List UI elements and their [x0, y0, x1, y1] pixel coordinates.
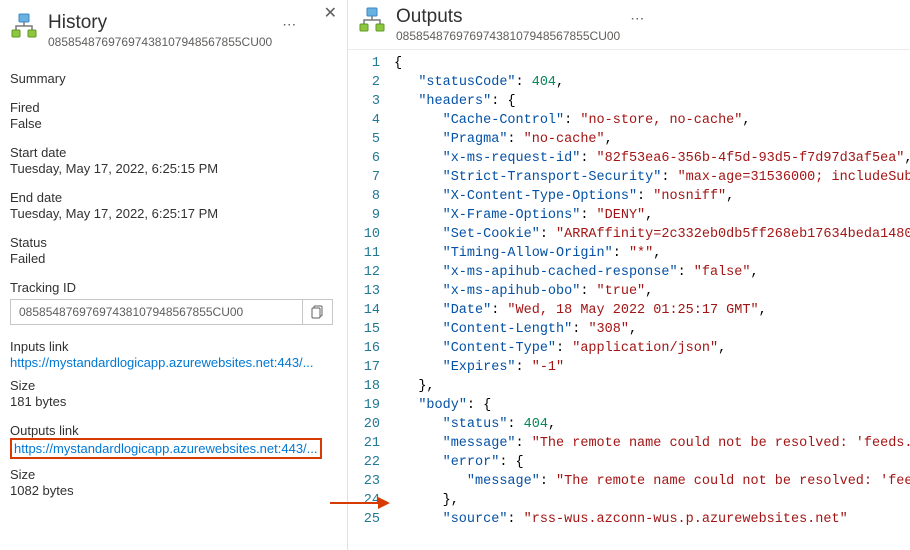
line-number: 24 [348, 491, 380, 510]
status-value: Failed [10, 251, 333, 266]
code-line: "x-ms-apihub-obo": "true", [394, 282, 910, 301]
code-line: "Pragma": "no-cache", [394, 130, 910, 149]
line-number: 5 [348, 130, 380, 149]
code-line: "body": { [394, 396, 910, 415]
inputs-link[interactable]: https://mystandardlogicapp.azurewebsites… [10, 355, 333, 370]
code-line: "Timing-Allow-Origin": "*", [394, 244, 910, 263]
end-date-value: Tuesday, May 17, 2022, 6:25:17 PM [10, 206, 333, 221]
inputs-link-label: Inputs link [10, 339, 333, 354]
logic-app-icon [358, 6, 386, 34]
code-line: { [394, 54, 910, 73]
line-number: 11 [348, 244, 380, 263]
line-number: 22 [348, 453, 380, 472]
line-number: 12 [348, 263, 380, 282]
line-number: 17 [348, 358, 380, 377]
line-number: 20 [348, 415, 380, 434]
line-number: 23 [348, 472, 380, 491]
line-number-gutter: 1234567891011121314151617181920212223242… [348, 50, 390, 550]
code-line: "statusCode": 404, [394, 73, 910, 92]
code-line: "X-Content-Type-Options": "nosniff", [394, 187, 910, 206]
code-line: "error": { [394, 453, 910, 472]
code-line: "Set-Cookie": "ARRAffinity=2c332eb0db5ff… [394, 225, 910, 244]
code-line: "Content-Type": "application/json", [394, 339, 910, 358]
code-line: "source": "rss-wus.azconn-wus.p.azureweb… [394, 510, 910, 529]
summary-label: Summary [10, 71, 333, 86]
code-line: "Strict-Transport-Security": "max-age=31… [394, 168, 910, 187]
line-number: 25 [348, 510, 380, 529]
outputs-size-value: 1082 bytes [10, 483, 333, 498]
outputs-link-label: Outputs link [10, 423, 333, 438]
history-run-id: 08585487697697438107948567855CU00 [48, 35, 272, 49]
code-line: }, [394, 377, 910, 396]
line-number: 2 [348, 73, 380, 92]
history-title: History [48, 12, 272, 34]
code-line: "message": "The remote name could not be… [394, 472, 910, 491]
code-line: "x-ms-request-id": "82f53ea6-356b-4f5d-9… [394, 149, 910, 168]
line-number: 19 [348, 396, 380, 415]
line-number: 1 [348, 54, 380, 73]
json-editor[interactable]: 1234567891011121314151617181920212223242… [348, 49, 910, 550]
outputs-panel: Outputs 08585487697697438107948567855CU0… [348, 0, 910, 550]
code-line: }, [394, 491, 910, 510]
code-line: "headers": { [394, 92, 910, 111]
line-number: 10 [348, 225, 380, 244]
start-date-value: Tuesday, May 17, 2022, 6:25:15 PM [10, 161, 333, 176]
logic-app-icon [10, 12, 38, 40]
line-number: 13 [348, 282, 380, 301]
line-number: 4 [348, 111, 380, 130]
tracking-id-input[interactable] [11, 300, 302, 324]
line-number: 14 [348, 301, 380, 320]
fired-label: Fired [10, 100, 333, 115]
end-date-label: End date [10, 190, 333, 205]
line-number: 6 [348, 149, 380, 168]
outputs-link-highlight: https://mystandardlogicapp.azurewebsites… [10, 438, 322, 459]
line-number: 9 [348, 206, 380, 225]
outputs-link[interactable]: https://mystandardlogicapp.azurewebsites… [14, 441, 318, 456]
status-label: Status [10, 235, 333, 250]
more-icon[interactable]: ⋯ [630, 6, 645, 27]
tracking-id-label: Tracking ID [10, 280, 333, 295]
code-line: "Expires": "-1" [394, 358, 910, 377]
start-date-label: Start date [10, 145, 333, 160]
code-line: "Content-Length": "308", [394, 320, 910, 339]
code-line: "Cache-Control": "no-store, no-cache", [394, 111, 910, 130]
line-number: 15 [348, 320, 380, 339]
outputs-header: Outputs 08585487697697438107948567855CU0… [348, 0, 910, 49]
code-line: "x-ms-apihub-cached-response": "false", [394, 263, 910, 282]
code-line: "status": 404, [394, 415, 910, 434]
code-line: "X-Frame-Options": "DENY", [394, 206, 910, 225]
outputs-run-id: 08585487697697438107948567855CU00 [396, 29, 620, 43]
code-line: "message": "The remote name could not be… [394, 434, 910, 453]
tracking-id-box [10, 299, 333, 325]
inputs-size-label: Size [10, 378, 333, 393]
line-number: 8 [348, 187, 380, 206]
line-number: 3 [348, 92, 380, 111]
line-number: 21 [348, 434, 380, 453]
outputs-size-label: Size [10, 467, 333, 482]
close-icon[interactable]: ✕ [324, 6, 337, 22]
fired-value: False [10, 116, 333, 131]
json-code[interactable]: { "statusCode": 404, "headers": { "Cache… [390, 50, 910, 550]
line-number: 18 [348, 377, 380, 396]
history-header: History 08585487697697438107948567855CU0… [10, 6, 333, 57]
more-icon[interactable]: ⋯ [282, 12, 297, 33]
copy-button[interactable] [302, 300, 332, 324]
outputs-title: Outputs [396, 6, 620, 28]
summary-section: Summary [10, 71, 333, 86]
inputs-size-value: 181 bytes [10, 394, 333, 409]
line-number: 16 [348, 339, 380, 358]
history-panel: ✕ History 08585487697697438107948567855C… [0, 0, 348, 550]
code-line: "Date": "Wed, 18 May 2022 01:25:17 GMT", [394, 301, 910, 320]
line-number: 7 [348, 168, 380, 187]
